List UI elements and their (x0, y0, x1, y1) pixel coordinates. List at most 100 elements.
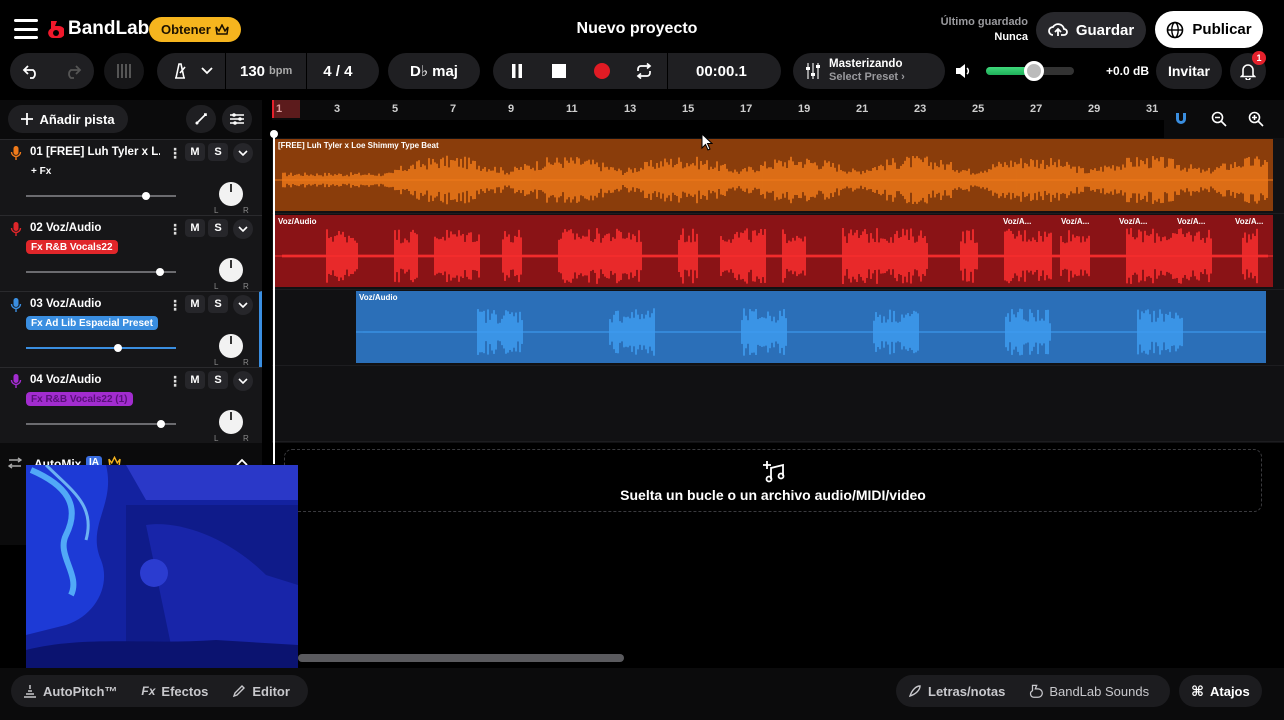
get-membership-button[interactable]: Obtener (149, 17, 241, 42)
track-lane[interactable] (272, 366, 1284, 442)
expand-track-button[interactable] (233, 219, 253, 239)
automation-button[interactable] (186, 105, 216, 133)
autopitch-button[interactable]: AutoPitch™ (11, 684, 129, 699)
library-icon (117, 64, 131, 78)
microphone-icon (10, 222, 22, 236)
notifications-button[interactable]: 1 (1230, 51, 1266, 89)
pan-knob[interactable] (219, 182, 243, 206)
solo-button[interactable]: S (208, 219, 228, 237)
mixer-icon (230, 113, 244, 125)
metronome-icon[interactable] (171, 62, 189, 80)
track-options-icon[interactable]: ⋮ (168, 221, 182, 238)
track-header[interactable]: 04 Voz/Audio ⋮ M S Fx R&B Vocals22 (1) L R (0, 367, 262, 443)
speaker-icon[interactable] (955, 63, 973, 79)
waveform (275, 155, 1273, 205)
track-options-icon[interactable]: ⋮ (168, 297, 182, 314)
project-title[interactable]: Nuevo proyecto (500, 20, 774, 38)
pan-knob[interactable] (219, 258, 243, 282)
track-name[interactable]: 04 Voz/Audio (30, 374, 101, 386)
microphone-icon (10, 374, 22, 388)
playhead[interactable] (273, 134, 275, 464)
expand-track-button[interactable] (233, 143, 253, 163)
waveform (356, 308, 1266, 356)
solo-button[interactable]: S (208, 371, 228, 389)
bandlab-logo[interactable]: BandLab (48, 16, 149, 42)
audio-clip[interactable]: Voz/Audio Voz/A... Voz/A... Voz/A... Voz/A..… (275, 215, 1273, 287)
ruler-tick: 7 (450, 103, 457, 115)
solo-button[interactable]: S (208, 295, 228, 313)
pan-right-label: R (243, 206, 249, 215)
ruler-tick: 5 (392, 103, 399, 115)
shortcuts-button[interactable]: ⌘ Atajos (1179, 683, 1262, 700)
mixer-sliders-icon (806, 63, 820, 79)
drop-zone[interactable]: Suelta un bucle o un archivo audio/MIDI/… (284, 449, 1262, 512)
clip-label: Voz/A... (1003, 217, 1032, 226)
zoom-out-icon[interactable] (1211, 111, 1227, 127)
track-header[interactable]: 01 [FREE] Luh Tyler x L... ⋮ M S + Fx L R (0, 139, 262, 215)
mute-button[interactable]: M (185, 371, 205, 389)
track-volume-slider[interactable] (26, 268, 176, 276)
track-fx-chip[interactable]: Fx R&B Vocals22 (26, 240, 118, 254)
track-name[interactable]: 01 [FREE] Luh Tyler x L... (30, 146, 160, 158)
ruler-tick: 21 (856, 103, 869, 115)
track-fx-chip[interactable]: Fx Ad Lib Espacial Preset (26, 316, 158, 330)
pause-icon[interactable] (510, 63, 524, 79)
mixer-view-button[interactable] (222, 105, 252, 133)
ruler-tick: 13 (624, 103, 637, 115)
expand-track-button[interactable] (233, 371, 253, 391)
volume-slider[interactable] (986, 61, 1074, 81)
expand-track-button[interactable] (233, 295, 253, 315)
audio-clip[interactable]: Voz/Audio (356, 291, 1266, 363)
add-track-button[interactable]: Añadir pista (8, 105, 128, 133)
mute-button[interactable]: M (185, 143, 205, 161)
track-fx-chip[interactable]: Fx R&B Vocals22 (1) (26, 392, 133, 406)
chevron-down-icon[interactable] (201, 67, 213, 75)
lyrics-button[interactable]: Letras/notas (896, 684, 1017, 699)
zoom-in-icon[interactable] (1248, 111, 1264, 127)
mastering-button[interactable]: Masterizando Select Preset › (793, 53, 945, 89)
loop-icon[interactable] (635, 63, 653, 79)
track-header[interactable]: 03 Voz/Audio ⋮ M S Fx Ad Lib Espacial Preset… (0, 291, 262, 367)
add-track-label: Añadir pista (39, 111, 115, 127)
stop-icon[interactable] (552, 64, 566, 78)
editor-button[interactable]: Editor (220, 684, 302, 699)
menu-icon[interactable] (14, 19, 38, 39)
track-name[interactable]: 02 Voz/Audio (30, 222, 101, 234)
record-icon[interactable] (593, 62, 611, 80)
invite-button[interactable]: Invitar (1156, 53, 1222, 89)
key-selector[interactable]: D♭ maj (388, 53, 480, 89)
fx-icon: Fx (141, 684, 156, 698)
pan-knob[interactable] (219, 410, 243, 434)
track-fx-chip[interactable]: + Fx (26, 164, 56, 178)
library-button[interactable] (104, 53, 144, 89)
audio-clip[interactable]: [FREE] Luh Tyler x Loe Shimmy Type Beat (275, 139, 1273, 211)
track-options-icon[interactable]: ⋮ (168, 145, 182, 162)
track-volume-slider[interactable] (26, 344, 176, 352)
publish-button[interactable]: Publicar (1155, 11, 1263, 48)
bandlab-sounds-button[interactable]: BandLab Sounds (1017, 684, 1161, 699)
undo-icon[interactable] (22, 63, 40, 79)
solo-button[interactable]: S (208, 143, 228, 161)
timeline-ruler[interactable]: 1 3 5 7 9 11 13 15 17 19 21 23 25 27 29 31 (272, 100, 1284, 120)
horizontal-scrollbar[interactable] (298, 654, 624, 662)
track-options-icon[interactable]: ⋮ (168, 373, 182, 390)
time-signature[interactable]: 4 / 4 (323, 63, 352, 80)
effects-button[interactable]: Fx Efectos (129, 684, 220, 699)
ruler-tick: 31 (1146, 103, 1159, 115)
redo-icon[interactable] (64, 63, 82, 79)
save-button[interactable]: Guardar (1036, 12, 1146, 48)
time-display: 00:00.1 (696, 62, 747, 80)
tempo-value[interactable]: 130 (240, 63, 265, 80)
pan-knob[interactable] (219, 334, 243, 358)
loop-locator[interactable] (272, 100, 300, 118)
mute-button[interactable]: M (185, 219, 205, 237)
pan-right-label: R (243, 282, 249, 291)
track-volume-slider[interactable] (26, 420, 176, 428)
track-volume-slider[interactable] (26, 192, 176, 200)
track-name[interactable]: 03 Voz/Audio (30, 298, 101, 310)
pan-right-label: R (243, 358, 249, 367)
snap-magnet-icon[interactable] (1174, 112, 1188, 126)
track-header[interactable]: 02 Voz/Audio ⋮ M S Fx R&B Vocals22 L R (0, 215, 262, 291)
webcam-image (26, 465, 298, 669)
mute-button[interactable]: M (185, 295, 205, 313)
